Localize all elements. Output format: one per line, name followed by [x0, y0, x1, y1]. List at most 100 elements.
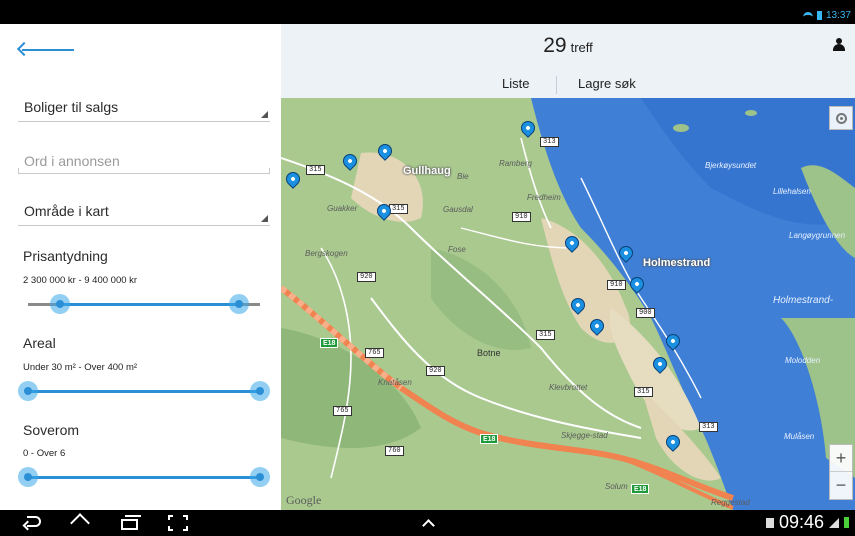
place-label: Holmestrand-: [773, 295, 834, 306]
road-shield: 765: [365, 348, 384, 358]
size-slider-min-thumb[interactable]: [18, 381, 38, 401]
back-arrow-icon[interactable]: [16, 41, 74, 58]
road-shield: 910: [607, 280, 626, 290]
listing-marker[interactable]: [627, 274, 647, 297]
status-time: 13:37: [825, 10, 851, 21]
place-label: Klevbrottet: [549, 383, 588, 392]
place-label: Lillehalsen: [773, 187, 811, 196]
e18-shield: E18: [480, 434, 499, 444]
bedrooms-slider-fill: [28, 476, 260, 479]
filter-panel: Boliger til salgs Område i kart Prisanty…: [0, 24, 281, 510]
zoom-out-button[interactable]: −: [830, 472, 852, 499]
place-label: Gullhaug: [403, 165, 451, 177]
bedrooms-slider-max-thumb[interactable]: [250, 467, 270, 487]
zoom-in-button[interactable]: +: [830, 445, 852, 472]
my-location-button[interactable]: [829, 106, 853, 130]
place-label: Knatåsen: [378, 378, 412, 387]
battery-icon: [816, 11, 822, 20]
place-label: Ramberg: [499, 159, 532, 168]
battery-icon: [844, 517, 849, 528]
area-select-value: Område i kart: [24, 203, 109, 219]
road-shield: 920: [426, 366, 445, 376]
zoom-controls: + −: [829, 444, 853, 500]
e18-shield: E18: [631, 484, 650, 494]
map-view[interactable]: Gullhaug Holmestrand Botne Ramberg Fredh…: [281, 98, 855, 510]
hit-count-label: treff: [570, 40, 593, 55]
tab-divider: [556, 76, 557, 94]
area-dropdown[interactable]: Område i kart: [18, 200, 270, 226]
map-canvas: [281, 98, 855, 510]
user-icon[interactable]: [833, 38, 845, 52]
status-icons: 13:37: [802, 10, 851, 21]
status-bar: 13:37: [0, 0, 855, 24]
dropdown-triangle-icon: [261, 215, 268, 222]
listing-marker[interactable]: [340, 151, 360, 174]
place-label: Langøygrunnen: [789, 231, 846, 240]
price-slider-fill: [60, 303, 240, 306]
place-label: Guakker: [327, 204, 358, 213]
place-label: Botne: [477, 348, 501, 358]
listing-marker[interactable]: [375, 141, 395, 164]
hit-count-number: 29: [543, 34, 567, 57]
place-label: Gausdal: [443, 205, 473, 214]
place-label: Bie: [457, 172, 469, 181]
road-shield: 313: [699, 422, 718, 432]
size-title: Areal: [23, 335, 56, 351]
price-slider[interactable]: [18, 292, 270, 316]
tab-list[interactable]: Liste: [502, 76, 529, 91]
bedrooms-range: 0 - Over 6: [23, 448, 66, 459]
listing-marker[interactable]: [518, 118, 538, 141]
home-icon[interactable]: [70, 513, 92, 533]
listing-marker[interactable]: [650, 354, 670, 377]
price-slider-max-thumb[interactable]: [229, 294, 250, 314]
system-clock: 09:46: [778, 512, 824, 532]
e18-shield: E18: [320, 338, 339, 348]
screenshot-icon[interactable]: [168, 515, 188, 531]
listing-marker[interactable]: [616, 243, 636, 266]
price-range: 2 300 000 kr - 9 400 000 kr: [23, 275, 138, 286]
back-icon[interactable]: [22, 515, 42, 531]
bedrooms-slider-min-thumb[interactable]: [18, 467, 38, 487]
road-shield: 315: [389, 204, 408, 214]
navigation-bar: 09:46: [0, 510, 855, 536]
tab-save-search[interactable]: Lagre søk: [578, 76, 636, 91]
listing-marker[interactable]: [568, 295, 588, 318]
dropdown-triangle-icon: [261, 111, 268, 118]
road-shield: 315: [634, 387, 653, 397]
road-shield: 760: [385, 446, 404, 456]
size-slider[interactable]: [18, 379, 270, 403]
listing-marker[interactable]: [587, 316, 607, 339]
hit-count: 29 treff: [281, 34, 855, 58]
road-shield: 765: [333, 406, 352, 416]
keyword-input[interactable]: [18, 148, 270, 173]
road-shield: 313: [540, 137, 559, 147]
place-label: Holmestrand: [643, 257, 711, 269]
google-attribution: Google: [286, 493, 322, 507]
road-shield: 910: [512, 212, 531, 222]
size-range: Under 30 m² - Over 400 m²: [23, 362, 138, 373]
listing-marker[interactable]: [562, 233, 582, 256]
place-label: Mulåsen: [784, 432, 815, 441]
price-slider-min-thumb[interactable]: [50, 294, 71, 314]
road-shield: 920: [357, 272, 376, 282]
system-tray: 09:46: [765, 512, 849, 533]
bedrooms-slider[interactable]: [18, 465, 270, 489]
place-label: Bergskogen: [305, 249, 348, 258]
view-tabs: Liste Lagre søk: [281, 76, 855, 94]
sd-card-icon: [765, 517, 774, 528]
listing-marker[interactable]: [663, 432, 683, 455]
signal-icon: [829, 517, 839, 528]
size-slider-max-thumb[interactable]: [250, 381, 270, 401]
property-type-dropdown[interactable]: Boliger til salgs: [18, 96, 270, 122]
listing-marker[interactable]: [283, 169, 303, 192]
listing-marker[interactable]: [663, 331, 683, 354]
place-label: Molodden: [785, 356, 821, 365]
recent-apps-icon[interactable]: [121, 515, 143, 531]
results-header: 29 treff Liste Lagre søk: [281, 24, 855, 98]
chevron-up-icon[interactable]: [422, 518, 436, 532]
road-shield: 900: [636, 308, 655, 318]
listing-marker[interactable]: [374, 201, 394, 224]
place-label: Solum: [605, 482, 628, 491]
size-slider-fill: [28, 390, 260, 393]
wifi-icon: [802, 11, 813, 20]
